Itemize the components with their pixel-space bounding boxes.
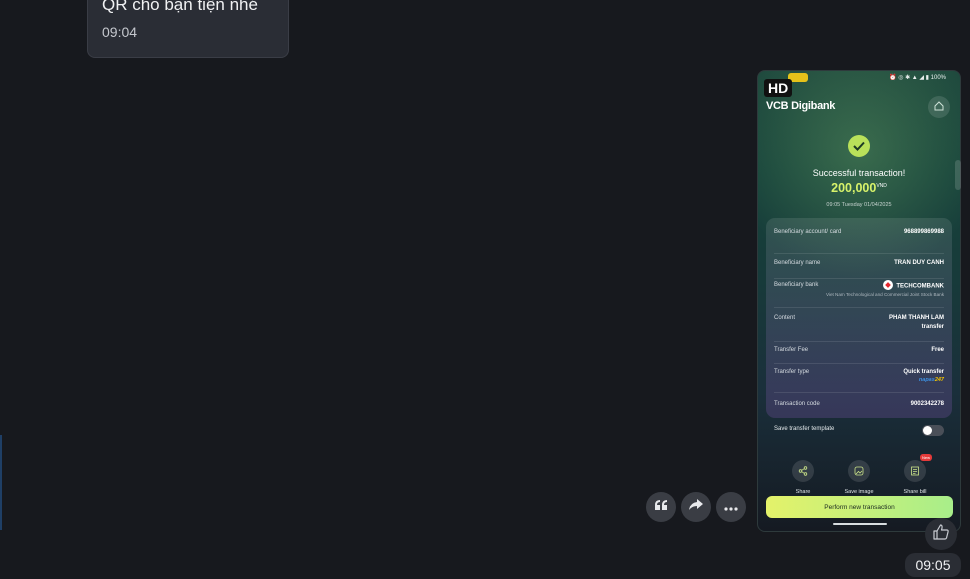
success-check-icon <box>848 135 870 157</box>
detail-value: Free <box>931 347 944 353</box>
like-button[interactable] <box>925 518 957 550</box>
app-name: VCB Digibank <box>766 100 836 112</box>
share-icon <box>792 460 814 482</box>
scrollbar-thumb[interactable] <box>955 160 961 190</box>
forward-icon <box>688 498 704 516</box>
success-title: Successful transaction! <box>812 168 906 178</box>
share-action: Save image <box>834 460 884 495</box>
detail-row: Transaction code 9002342278 <box>774 400 944 414</box>
share-action-label: Share <box>795 489 811 495</box>
share-action-label: Share bill <box>903 489 927 495</box>
currency-label: VND <box>876 182 887 189</box>
detail-value: Quick transfer <box>903 369 944 375</box>
transaction-datetime: 09:05 Tuesday 01/04/2025 <box>826 202 892 208</box>
detail-row: Transfer type Quick transfer napas247 <box>774 368 944 393</box>
message-actions <box>646 492 746 522</box>
message-time: 09:04 <box>102 24 138 40</box>
more-icon <box>724 498 738 516</box>
sent-message-time: 09:05 <box>905 553 961 577</box>
napas-247-logo: napas247 <box>918 377 944 383</box>
new-badge: New <box>919 454 932 461</box>
share-bill-icon: New <box>904 454 932 482</box>
detail-label: Transfer Fee <box>774 347 809 353</box>
detail-value: TRAN DUY CANH <box>894 260 944 266</box>
transaction-details-card: Beneficiary account/ card 968899869988 B… <box>766 218 952 418</box>
detail-value: 9002342278 <box>910 401 944 407</box>
hd-badge: HD <box>764 79 793 97</box>
message-text: QR cho bạn tiện nhé <box>102 0 258 14</box>
conversation-edge-indicator <box>0 435 2 530</box>
detail-row: Transfer Fee Free <box>774 346 944 364</box>
detail-value: PHAM THANH LAM transfer <box>889 315 944 330</box>
detail-row: Content PHAM THANH LAM transfer <box>774 314 944 342</box>
detail-row: Beneficiary name TRAN DUY CANH <box>774 259 944 279</box>
save-template-toggle <box>922 425 944 436</box>
detail-row: Beneficiary account/ card 968899869988 <box>774 228 944 254</box>
detail-label: Beneficiary account/ card <box>774 229 842 235</box>
received-message-bubble[interactable]: QR cho bạn tiện nhé 09:04 <box>87 0 289 58</box>
detail-label: Transfer type <box>774 369 810 375</box>
save-template-label: Save transfer template <box>774 426 835 432</box>
share-action-label: Save image <box>844 489 874 495</box>
more-button[interactable] <box>716 492 746 522</box>
detail-value: 968899869988 <box>903 229 944 235</box>
share-action: Share <box>778 460 828 495</box>
home-button <box>928 96 950 118</box>
forward-button[interactable] <box>681 492 711 522</box>
detail-label: Beneficiary name <box>774 260 821 266</box>
home-icon <box>934 98 944 116</box>
thumbs-up-icon <box>932 523 950 546</box>
quote-button[interactable] <box>646 492 676 522</box>
detail-label: Beneficiary bank <box>774 282 819 288</box>
perform-new-transaction-button: Perform new transaction <box>766 496 953 518</box>
detail-value: TECHCOMBANK <box>883 280 944 292</box>
techcombank-logo-icon <box>883 280 894 290</box>
image-message-receipt[interactable]: HD ⏰ ◎ ✱ ▲ ◢ ▮ 100% VCB Digibank Success… <box>757 70 961 532</box>
share-action: New Share bill <box>890 454 940 495</box>
status-bar: ⏰ ◎ ✱ ▲ ◢ ▮ 100% <box>889 75 946 81</box>
quote-icon <box>654 498 668 516</box>
home-indicator <box>833 523 887 525</box>
bank-full-name: Viet Nam Technological and Commercial Jo… <box>825 292 944 297</box>
detail-label: Transaction code <box>774 401 820 407</box>
transfer-amount: 200,000VND <box>831 181 887 195</box>
save-image-icon <box>848 460 870 482</box>
detail-label: Content <box>774 315 796 321</box>
detail-row: Beneficiary bank TECHCOMBANK Viet Nam Te… <box>774 280 944 308</box>
